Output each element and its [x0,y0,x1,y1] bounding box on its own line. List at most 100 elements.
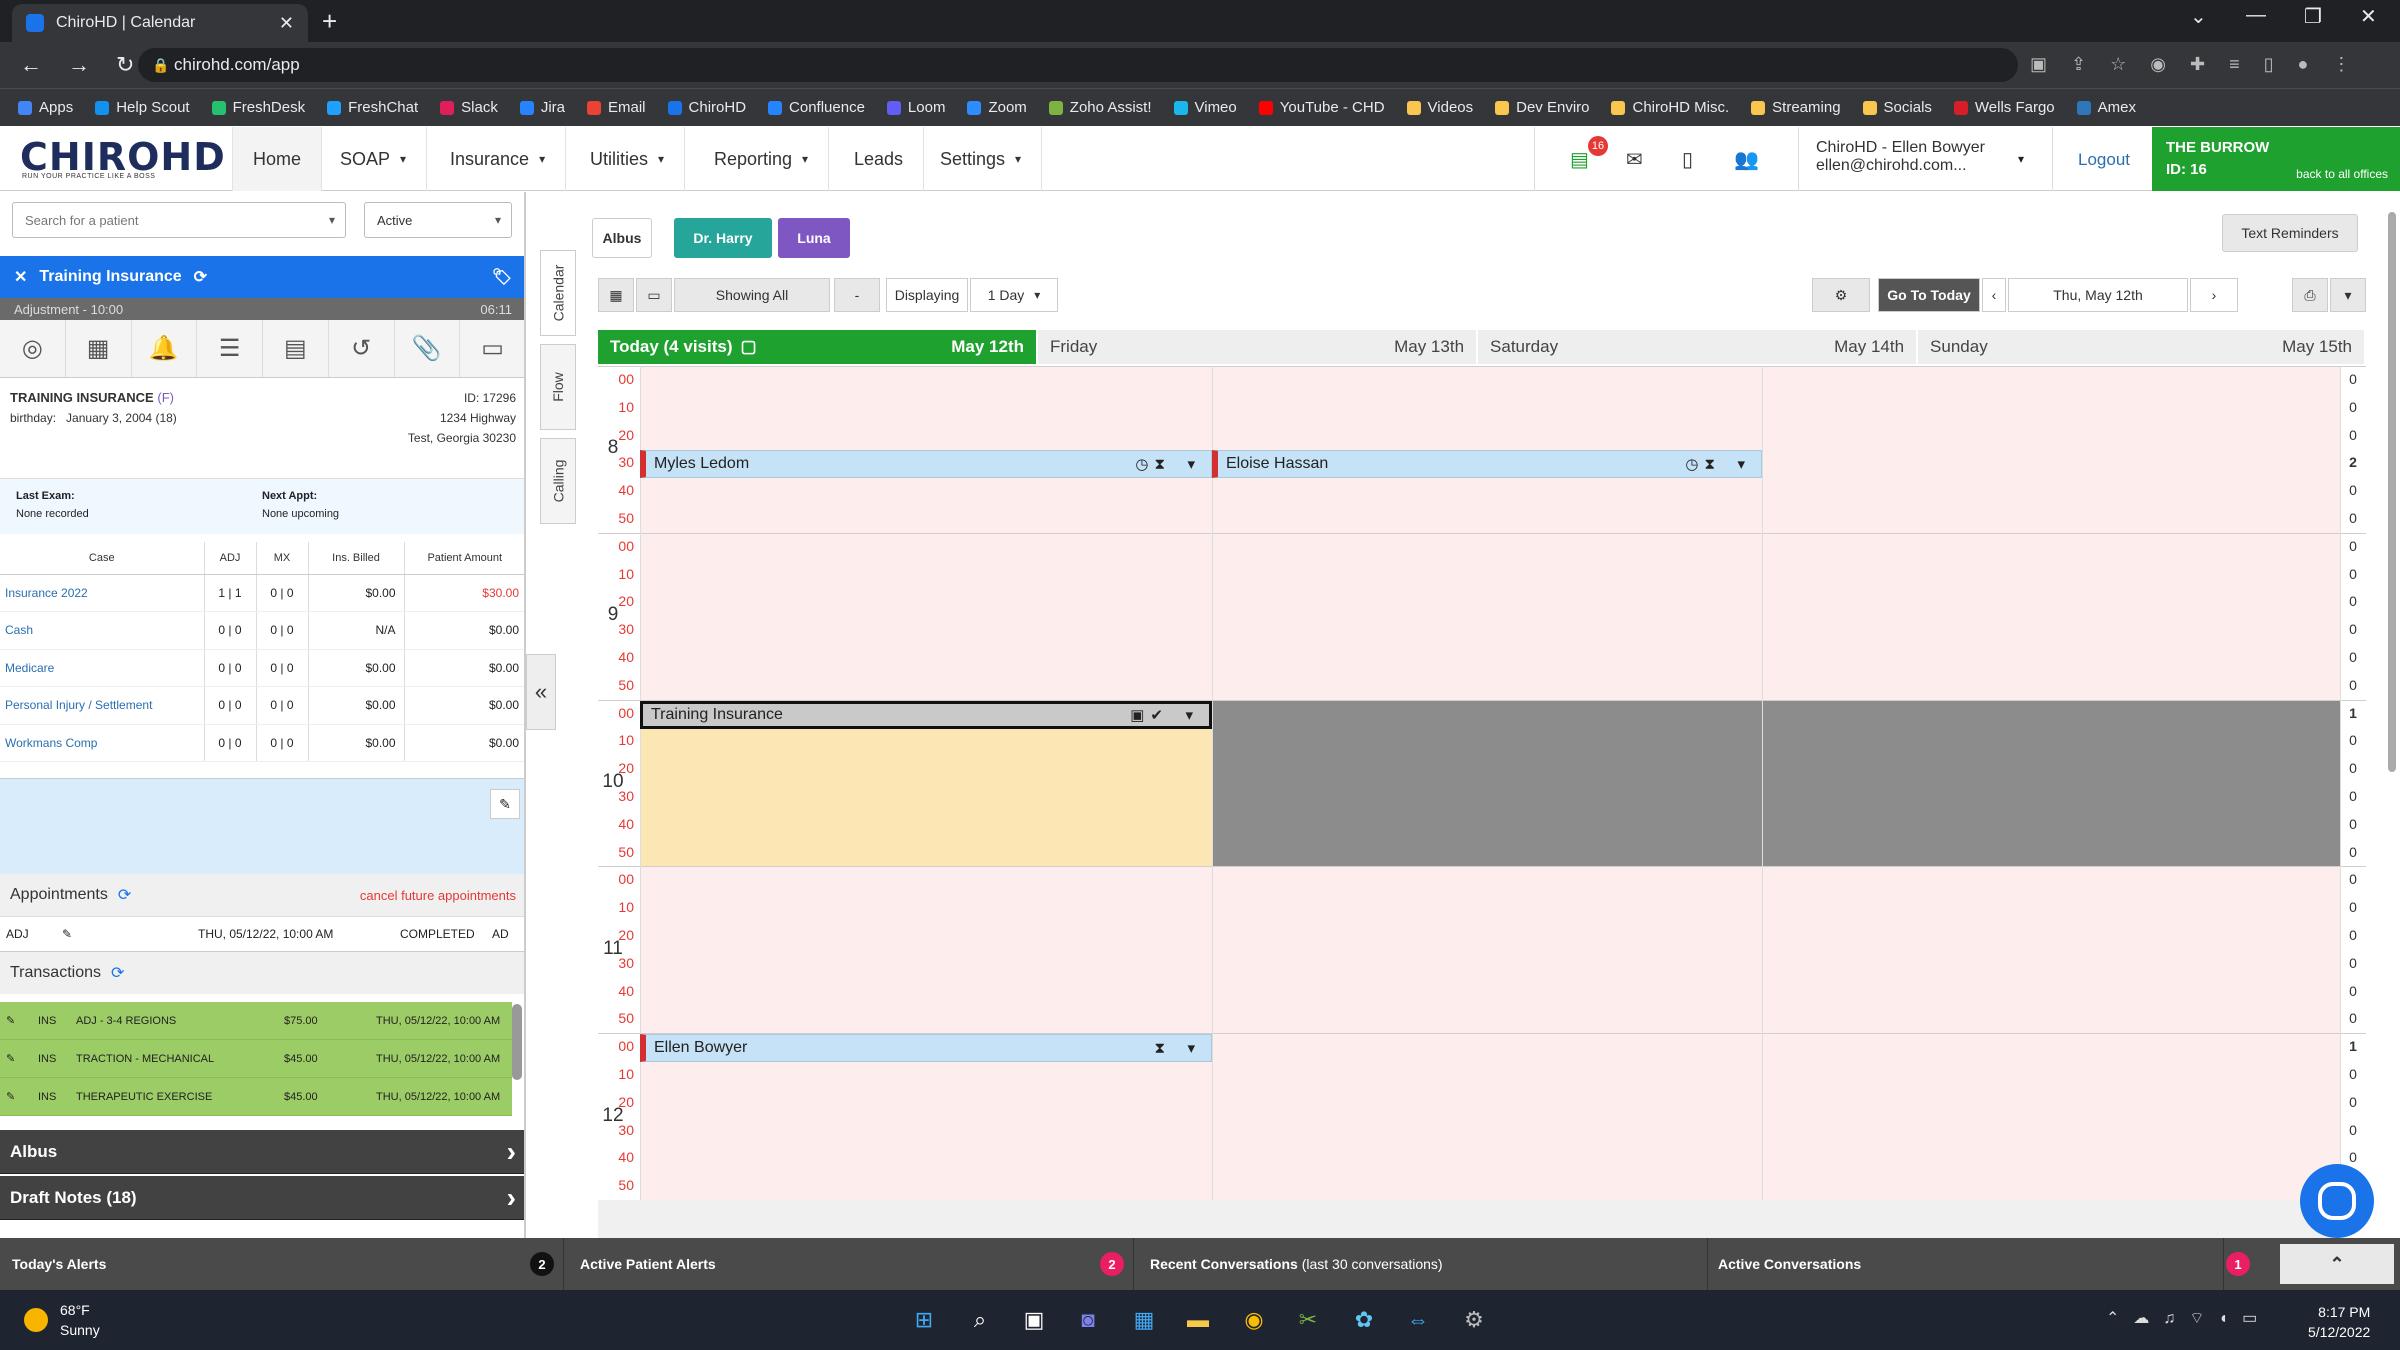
close-tab-icon[interactable]: ✕ [279,13,294,34]
teams-chat-icon[interactable]: ◙ [1072,1304,1104,1336]
provider-tab-albus[interactable]: Albus [592,218,652,258]
minus-button[interactable]: - [834,278,880,312]
sidepanel-icon[interactable]: ▯ [2264,54,2274,75]
back-to-offices-link[interactable]: back to all offices [2296,163,2388,185]
case-row[interactable]: Personal Injury / Settlement 0 | 00 | 0 $0… [0,686,524,725]
attachment-icon[interactable]: 📎 [395,320,461,377]
refresh-appointments-icon[interactable]: ⟳ [118,885,131,905]
windows-start-icon[interactable]: ⊞ [908,1304,940,1336]
case-name[interactable]: Workmans Comp [0,724,205,762]
case-row[interactable]: Workmans Comp 0 | 00 | 0 $0.00 $0.00 [0,724,524,762]
recent-conversations-section[interactable]: Recent Conversations (last 30 conversati… [1138,1238,1708,1290]
go-to-today-button[interactable]: Go To Today [1878,278,1980,312]
forward-icon[interactable]: → [68,52,96,78]
bookmark-streaming[interactable]: Streaming [1751,99,1841,116]
bookmark-chirohd-misc-[interactable]: ChiroHD Misc. [1611,99,1729,116]
appointment-training-insurance[interactable]: Training Insurance ▣✔ ▾ [640,700,1212,729]
media-icon[interactable]: ≡ [2229,54,2240,75]
settings-app-icon[interactable]: ⚙ [1458,1304,1490,1336]
calendar-icon[interactable]: ▦ [66,320,132,377]
puzzle-icon[interactable]: ✚ [2190,54,2205,75]
nav-soap[interactable]: SOAP [320,127,428,191]
transactions-scrollbar[interactable] [512,1004,522,1080]
snip-icon[interactable]: ✂ [1292,1304,1324,1336]
current-date[interactable]: Thu, May 12th [2008,278,2188,312]
clock[interactable]: 8:17 PM 5/12/2022 [2308,1302,2370,1342]
transaction-row[interactable]: ✎ INS THERAPEUTIC EXERCISE $45.00 THU, 05/12… [0,1078,512,1116]
bookmark-zoom[interactable]: Zoom [967,99,1027,116]
bookmark-wells-fargo[interactable]: Wells Fargo [1953,99,2055,116]
display-mode-select[interactable]: 1 Day [970,278,1058,312]
showing-all-button[interactable]: Showing All [674,278,830,312]
nav-leads[interactable]: Leads [834,127,925,191]
bookmark-slack[interactable]: Slack [440,99,498,116]
bookmark-youtube-chd[interactable]: YouTube - CHD [1258,99,1385,116]
payment-icon[interactable]: ▭ [460,320,524,377]
patient-notes[interactable]: ✎ [0,778,524,874]
office-switcher[interactable]: THE BURROW ID: 16 back to all offices [2152,127,2400,191]
bookmark-confluence[interactable]: Confluence [768,99,865,116]
user-menu-caret-icon[interactable]: ▾ [2018,152,2024,166]
transaction-row[interactable]: ✎ INS TRACTION - MECHANICAL $45.00 THU, 05/1… [0,1040,512,1078]
browser-tab[interactable]: ChiroHD | Calendar ✕ [12,4,308,42]
text-reminders-button[interactable]: Text Reminders [2222,214,2358,252]
restore-icon[interactable]: ❐ [2304,4,2322,29]
case-row[interactable]: Cash 0 | 00 | 0 N/A $0.00 [0,611,524,650]
file-explorer-icon[interactable]: ▬ [1182,1304,1214,1336]
user-menu[interactable]: ChiroHD - Ellen Bowyer ellen@chirohd.com… [1816,139,1985,175]
bookmark-dev-enviro[interactable]: Dev Enviro [1495,99,1589,116]
refresh-transactions-icon[interactable]: ⟳ [111,963,124,983]
clipboard-icon[interactable]: ▯ [1682,147,1693,172]
new-tab-icon[interactable]: + [322,6,337,37]
appointment-menu-icon[interactable]: ▾ [1737,455,1751,473]
provider-tab-luna[interactable]: Luna [778,218,850,258]
edit-appointment-icon[interactable]: ✎ [62,927,72,941]
remote-desktop-icon[interactable]: ⇔ [1402,1304,1434,1336]
case-row[interactable]: Medicare 0 | 00 | 0 $0.00 $0.00 [0,649,524,687]
bookmark-email[interactable]: Email [587,99,646,116]
task-view-icon[interactable]: ▣ [1018,1304,1050,1336]
case-name[interactable]: Insurance 2022 [0,574,205,612]
bookmark-zoho-assist-[interactable]: Zoho Assist! [1048,99,1152,116]
close-window-icon[interactable]: ✕ [2360,4,2377,29]
mail-icon[interactable]: ✉ [1626,147,1643,172]
patient-status-select[interactable]: Active [364,202,512,238]
logout-link[interactable]: Logout [2078,150,2130,170]
users-icon[interactable]: 👥 [1734,147,1759,172]
day-view-icon[interactable]: ▭ [636,278,672,312]
nav-utilities[interactable]: Utilities [570,127,686,191]
patient-search-input[interactable]: Search for a patient [12,202,346,238]
bell-icon[interactable]: 🔔 [132,320,198,377]
list-icon[interactable]: ☰ [197,320,263,377]
collapse-panel-icon[interactable]: « [526,654,556,730]
albus-section[interactable]: Albus [0,1130,524,1174]
cancel-future-appointments-link[interactable]: cancel future appointments [360,888,516,903]
print-options-icon[interactable]: ▾ [2330,278,2366,312]
appointment-menu-icon[interactable]: ▾ [1185,706,1199,724]
minimize-icon[interactable]: — [2246,4,2266,27]
appointment-eloise-hassan[interactable]: Eloise Hassan ◷⧗ ▾ [1212,450,1762,479]
case-name[interactable]: Medicare [0,649,205,687]
tab-search-icon[interactable]: ⌄ [2190,4,2207,29]
bookmark-jira[interactable]: Jira [519,99,565,116]
extension-icon[interactable]: ◉ [2150,54,2166,75]
nav-home[interactable]: Home [232,127,323,191]
bookmark-apps[interactable]: Apps [18,99,73,116]
url-input[interactable]: 🔒 chirohd.com/app [138,48,2018,82]
tag-icon[interactable]: 🏷 [492,267,512,287]
bookmark-socials[interactable]: Socials [1862,99,1932,116]
bookmark-chirohd[interactable]: ChiroHD [667,99,746,116]
kebab-menu-icon[interactable]: ⋮ [2332,54,2350,75]
edit-transaction-icon[interactable]: ✎ [6,1014,15,1027]
week-view-icon[interactable]: ▦ [598,278,634,312]
bookmark-loom[interactable]: Loom [886,99,945,116]
appointment-myles-ledom[interactable]: Myles Ledom ◷⧗ ▾ [640,450,1212,479]
appointment-row[interactable]: ADJ ✎ THU, 05/12/22, 10:00 AM COMPLETED … [0,916,524,952]
prev-day-icon[interactable]: ‹ [1982,278,2006,312]
calendar-scrollbar[interactable] [2388,212,2396,772]
share-icon[interactable]: ⇪ [2071,54,2086,75]
next-day-icon[interactable]: › [2190,278,2238,312]
appointment-menu-icon[interactable]: ▾ [1187,1039,1201,1057]
todays-alerts-section[interactable]: Today's Alerts 2 [0,1238,564,1290]
nav-insurance[interactable]: Insurance [430,127,567,191]
